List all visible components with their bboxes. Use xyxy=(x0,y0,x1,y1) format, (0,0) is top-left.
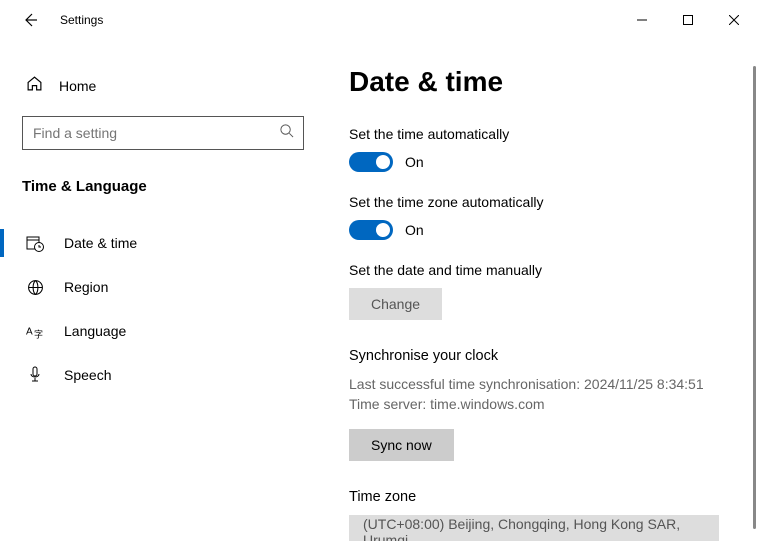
back-button[interactable] xyxy=(22,12,38,28)
minimize-icon xyxy=(637,15,647,25)
nav-item-label: Region xyxy=(64,279,108,295)
auto-time-state: On xyxy=(405,154,424,170)
nav-region[interactable]: Region xyxy=(0,265,319,309)
nav-item-label: Speech xyxy=(64,367,111,383)
auto-time-label: Set the time automatically xyxy=(349,126,757,142)
app-title: Settings xyxy=(60,13,103,27)
timezone-select[interactable]: (UTC+08:00) Beijing, Chongqing, Hong Kon… xyxy=(349,515,719,541)
sync-section-title: Synchronise your clock xyxy=(349,348,757,364)
change-button: Change xyxy=(349,288,442,320)
titlebar: Settings xyxy=(0,0,757,40)
svg-text:A: A xyxy=(26,326,33,337)
nav-speech[interactable]: Speech xyxy=(0,353,319,397)
language-icon: A字 xyxy=(26,323,44,340)
window-controls xyxy=(619,4,757,36)
home-icon xyxy=(26,75,43,97)
nav-language[interactable]: A字 Language xyxy=(0,309,319,353)
maximize-button[interactable] xyxy=(665,4,711,36)
home-label: Home xyxy=(59,78,96,94)
search-input[interactable] xyxy=(22,116,304,150)
sync-now-button[interactable]: Sync now xyxy=(349,429,454,461)
auto-tz-label: Set the time zone automatically xyxy=(349,194,757,210)
main-panel: Date & time Set the time automatically O… xyxy=(319,40,757,541)
auto-tz-toggle[interactable] xyxy=(349,220,393,240)
page-title: Date & time xyxy=(349,66,757,98)
nav-item-label: Date & time xyxy=(64,235,137,251)
close-button[interactable] xyxy=(711,4,757,36)
scrollbar[interactable] xyxy=(753,66,756,529)
close-icon xyxy=(729,15,739,25)
nav-item-label: Language xyxy=(64,323,126,339)
sync-info-text: Last successful time synchronisation: 20… xyxy=(349,374,757,415)
timezone-value: (UTC+08:00) Beijing, Chongqing, Hong Kon… xyxy=(363,516,705,541)
manual-label: Set the date and time manually xyxy=(349,262,757,278)
category-title: Time & Language xyxy=(0,168,319,205)
svg-text:字: 字 xyxy=(34,328,43,339)
maximize-icon xyxy=(683,15,693,25)
nav-date-time[interactable]: Date & time xyxy=(0,221,319,265)
arrow-left-icon xyxy=(22,12,38,28)
microphone-icon xyxy=(26,366,44,384)
minimize-button[interactable] xyxy=(619,4,665,36)
globe-icon xyxy=(26,279,44,296)
calendar-clock-icon xyxy=(26,234,44,252)
auto-tz-state: On xyxy=(405,222,424,238)
auto-time-toggle[interactable] xyxy=(349,152,393,172)
home-nav[interactable]: Home xyxy=(0,68,319,104)
tz-section-title: Time zone xyxy=(349,489,757,505)
sidebar: Home Time & Language Date & time Region xyxy=(0,40,319,541)
